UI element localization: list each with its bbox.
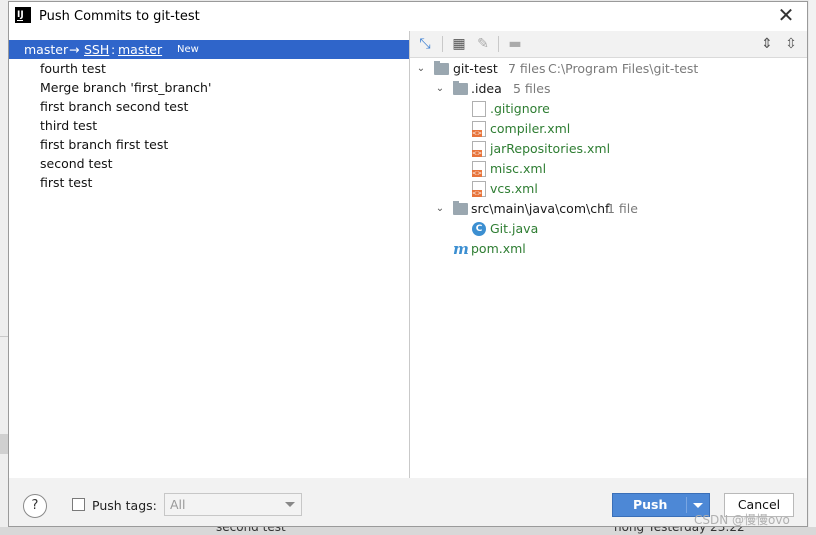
push-tags-select[interactable]: All	[164, 493, 302, 516]
file-item[interactable]: C Git.java	[410, 220, 807, 238]
file-name: jarRepositories.xml	[490, 141, 611, 156]
file-name: compiler.xml	[490, 121, 571, 136]
dialog-title: Push Commits to git-test	[39, 9, 200, 24]
file-item[interactable]: misc.xml	[410, 160, 807, 178]
title-bar: IJ Push Commits to git-test ✕	[9, 2, 807, 31]
java-class-icon: C	[472, 222, 486, 236]
maven-icon: m	[453, 240, 469, 258]
chevron-down-icon: ⌄	[435, 83, 445, 94]
push-commits-dialog: IJ Push Commits to git-test ✕ master → S…	[8, 1, 808, 527]
toolbar-separator	[498, 36, 499, 52]
push-button-divider	[686, 497, 687, 513]
ignore-file-icon	[472, 101, 486, 117]
commit-item[interactable]: fourth test	[40, 61, 106, 76]
file-item[interactable]: jarRepositories.xml	[410, 140, 807, 158]
expand-arrows-icon[interactable]: ⤡	[416, 35, 434, 53]
group-by-icon[interactable]: ▦	[450, 35, 468, 53]
file-item[interactable]: compiler.xml	[410, 120, 807, 138]
remote-separator: :	[111, 42, 116, 57]
commit-item[interactable]: first branch second test	[40, 99, 188, 114]
commit-item[interactable]: third test	[40, 118, 97, 133]
local-branch: master	[24, 42, 69, 57]
new-branch-badge: New	[177, 44, 199, 55]
background-divider	[0, 336, 8, 337]
commit-item[interactable]: first test	[40, 175, 92, 190]
help-button[interactable]: ?	[23, 494, 47, 518]
branch-push-row[interactable]: master → SSH : master New	[9, 40, 409, 59]
push-options-dropdown-icon[interactable]	[693, 503, 703, 508]
idea-name: .idea	[471, 81, 502, 96]
folder-icon	[453, 81, 468, 95]
push-button-label: Push	[633, 497, 668, 512]
chevron-down-icon: ⌄	[416, 63, 426, 74]
file-item[interactable]: vcs.xml	[410, 180, 807, 198]
xml-file-icon	[472, 161, 486, 177]
xml-file-icon	[472, 181, 486, 197]
background-divider	[0, 434, 8, 454]
toolbar-separator	[442, 36, 443, 52]
idea-count: 5 files	[513, 81, 551, 96]
remote-name-link[interactable]: SSH	[84, 40, 109, 59]
file-name: misc.xml	[490, 161, 547, 176]
commits-panel: master → SSH : master New fourth test Me…	[9, 31, 410, 478]
tree-node-root[interactable]: ⌄ git-test 7 files C:\Program Files\git-…	[410, 60, 807, 78]
chevron-down-icon: ⌄	[435, 203, 445, 214]
file-name: .gitignore	[490, 101, 550, 116]
collapse-all-icon[interactable]: ⇳	[782, 35, 800, 53]
commit-item[interactable]: Merge branch 'first_branch'	[40, 80, 211, 95]
chevron-down-icon	[285, 502, 295, 507]
root-count: 7 files	[508, 61, 546, 76]
src-name: src\main\java\com\chf	[471, 201, 610, 216]
commit-item[interactable]: first branch first test	[40, 137, 168, 152]
push-tags-label[interactable]: Push tags:	[92, 498, 157, 513]
root-path: C:\Program Files\git-test	[548, 61, 699, 76]
root-name: git-test	[453, 61, 498, 76]
xml-file-icon	[472, 121, 486, 137]
folder-icon	[434, 61, 449, 75]
background-app-left-edge	[0, 0, 8, 535]
commit-item[interactable]: second test	[40, 156, 113, 171]
remote-branch-link[interactable]: master	[118, 40, 162, 59]
changed-files-panel: ⤡ ▦ ✎ ▬ ⇕ ⇳ ⌄ git-test 7 files C:\Progra…	[410, 31, 807, 478]
show-diff-icon[interactable]: ▬	[506, 35, 524, 53]
file-item[interactable]: m pom.xml	[410, 240, 807, 258]
tree-node-idea[interactable]: ⌄ .idea 5 files	[410, 80, 807, 98]
files-toolbar: ⤡ ▦ ✎ ▬ ⇕ ⇳	[410, 31, 807, 58]
push-arrow: →	[69, 42, 80, 57]
push-tags-value: All	[170, 497, 186, 512]
watermark: CSDN @慢慢ovo	[694, 513, 790, 527]
file-name: pom.xml	[471, 241, 526, 256]
file-name: Git.java	[490, 221, 539, 236]
src-count: 1 file	[607, 201, 638, 216]
intellij-app-icon: IJ	[15, 7, 31, 23]
edit-icon[interactable]: ✎	[474, 35, 492, 53]
background-app-right-edge	[809, 0, 816, 535]
file-name: vcs.xml	[490, 181, 538, 196]
file-item[interactable]: .gitignore	[410, 100, 807, 118]
close-button[interactable]: ✕	[775, 5, 797, 27]
push-tags-checkbox[interactable]	[72, 498, 85, 511]
folder-icon	[453, 201, 468, 215]
tree-node-src[interactable]: ⌄ src\main\java\com\chf 1 file	[410, 200, 807, 218]
xml-file-icon	[472, 141, 486, 157]
expand-all-icon[interactable]: ⇕	[758, 35, 776, 53]
